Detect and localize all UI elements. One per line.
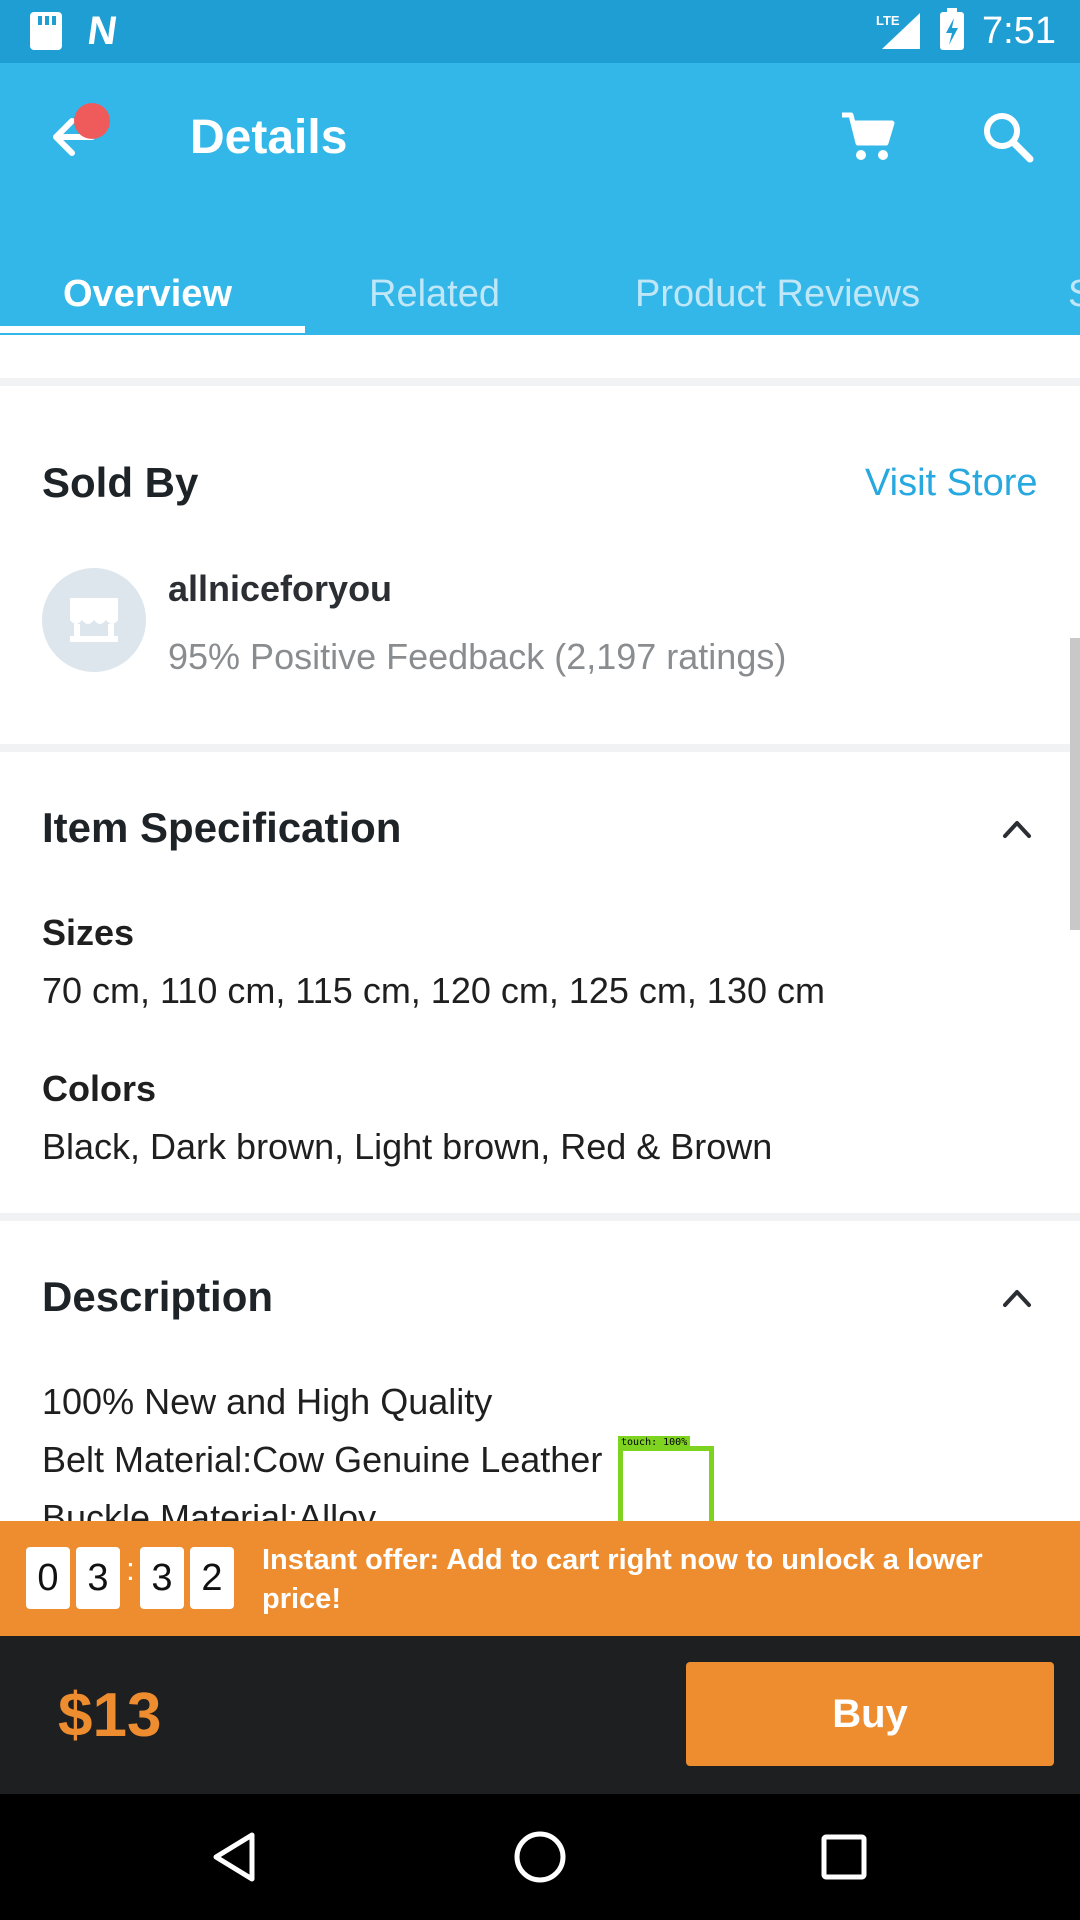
tab-more[interactable]: S [1068,253,1080,335]
sizes-value: 70 cm, 110 cm, 115 cm, 120 cm, 125 cm, 1… [42,970,825,1011]
system-nav-bar [0,1794,1080,1920]
store-icon [70,598,118,642]
sizes-label: Sizes [42,912,135,953]
countdown-separator: : [126,1551,135,1587]
buy-button[interactable]: Buy [686,1662,1054,1766]
cart-button[interactable] [838,107,898,167]
countdown-digit: 0 [26,1547,70,1609]
colors-label: Colors [42,1068,157,1109]
sold-by-heading: Sold By [42,459,199,506]
status-time: 7:51 [982,9,1056,52]
tab-related[interactable]: Related [369,253,500,335]
item-spec-heading: Item Specification [42,804,402,851]
section-divider [0,378,1080,386]
svg-text:LTE: LTE [876,13,900,28]
nav-home-button[interactable] [510,1827,570,1887]
countdown-digit: 2 [190,1547,234,1609]
price: $13 [58,1681,162,1750]
battery-charging-icon [940,8,965,50]
scrollbar[interactable] [1070,638,1080,930]
square-recents-icon [821,1834,867,1880]
touch-point [636,1470,692,1526]
section-divider [0,1213,1080,1221]
app-bar: Details Overview Related Product Reviews… [0,63,1080,335]
description-line: Belt Material:Cow Genuine Leather [42,1439,603,1480]
seller-avatar[interactable] [42,568,146,672]
chevron-up-icon [1003,1290,1031,1307]
search-icon [984,113,1034,163]
instant-offer-banner[interactable]: 0 3 : 3 2 Instant offer: Add to cart rig… [0,1521,1080,1636]
sd-card-icon [30,12,62,50]
page-title: Details [190,111,348,164]
countdown-digit: 3 [140,1547,184,1609]
seller-feedback: 95% Positive Feedback (2,197 ratings) [168,636,787,677]
collapse-description-button[interactable] [997,1277,1037,1317]
countdown-digit: 3 [76,1547,120,1609]
signal-icon: LTE [876,11,922,51]
circle-home-icon [514,1831,566,1883]
triangle-back-icon [213,1832,255,1882]
nav-back-button[interactable] [206,1827,266,1887]
search-button[interactable] [978,107,1038,167]
cart-icon [842,112,895,160]
description-line: 100% New and High Quality [42,1381,493,1422]
offer-message: Instant offer: Add to cart right now to … [262,1544,983,1615]
tab-overview[interactable]: Overview [63,253,232,335]
chevron-up-icon [1003,821,1031,838]
section-divider [0,744,1080,752]
nav-recents-button[interactable] [814,1827,874,1887]
visit-store-link[interactable]: Visit Store [865,462,1037,505]
seller-name[interactable]: allniceforyou [168,568,392,610]
tab-product-reviews[interactable]: Product Reviews [635,253,920,335]
tab-indicator [0,326,305,333]
notification-dot [74,103,110,139]
purchase-bar: $13 Buy [0,1636,1080,1794]
n-notification-icon: N [84,9,120,53]
collapse-item-spec-button[interactable] [997,808,1037,848]
description-heading: Description [42,1273,274,1320]
status-bar: N LTE 7:51 [0,0,1080,63]
tab-bar: Overview Related Product Reviews S [0,253,1080,335]
colors-value: Black, Dark brown, Light brown, Red & Br… [42,1126,773,1167]
